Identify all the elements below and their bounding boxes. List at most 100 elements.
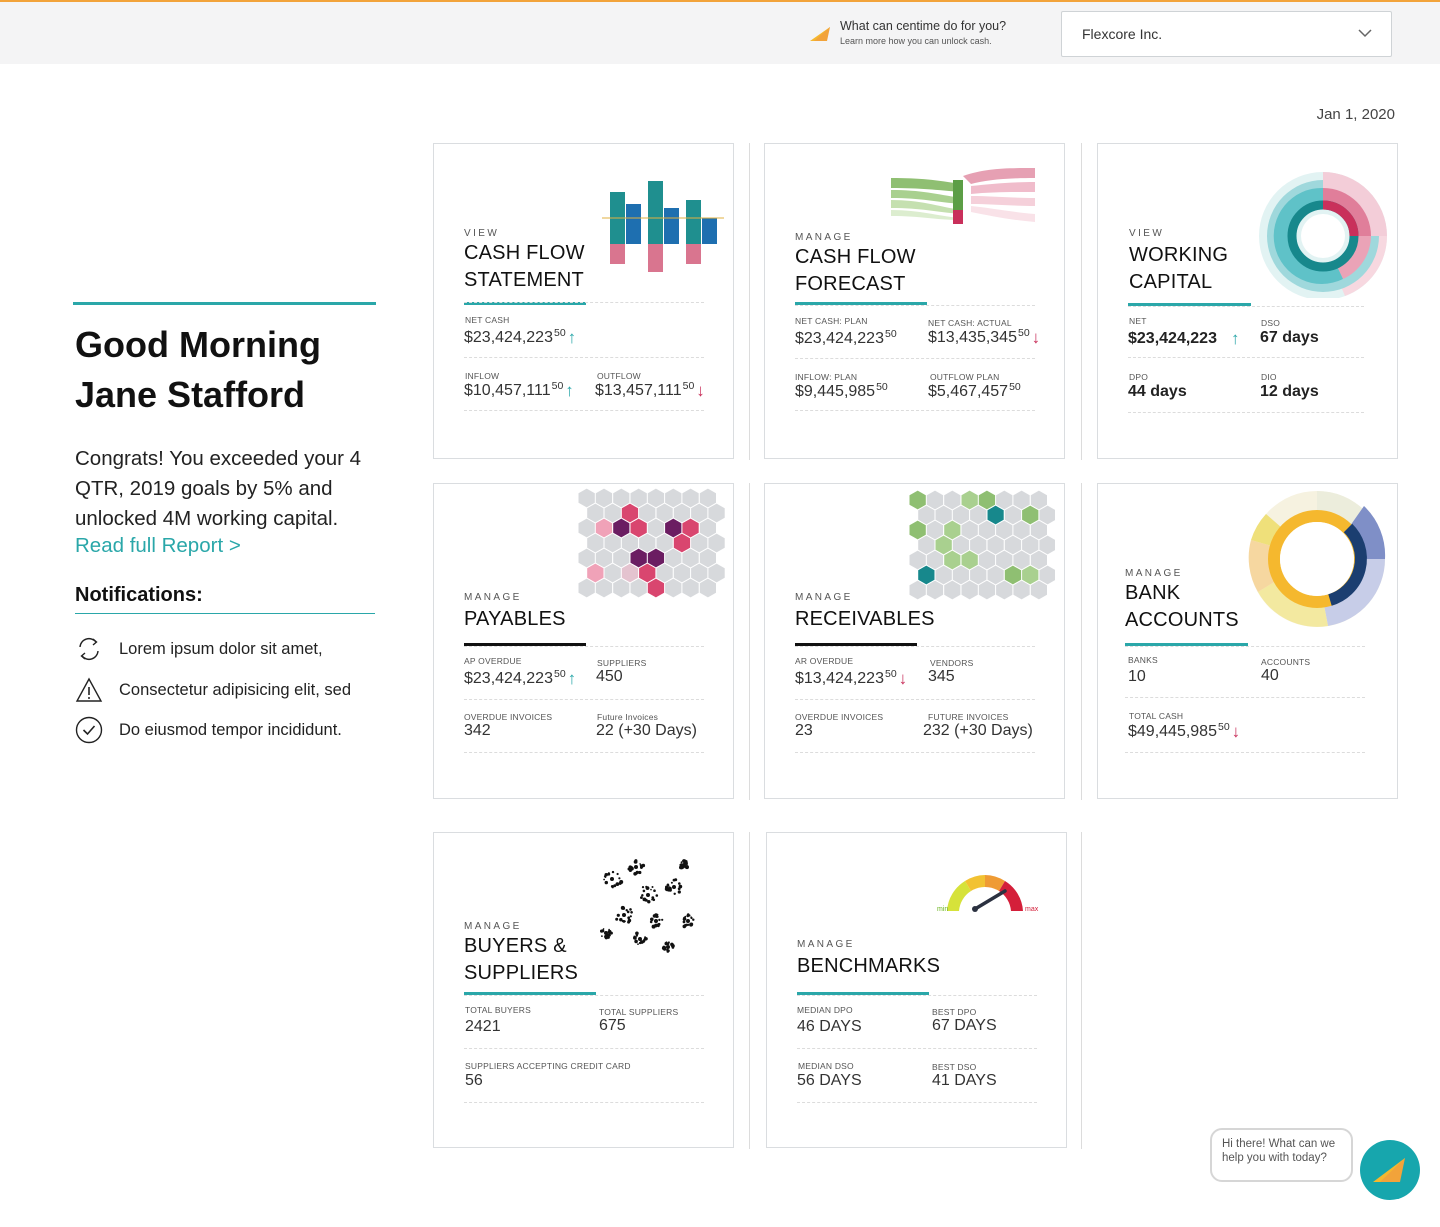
value-main: $13,435,345 [928,329,1017,346]
card-title-line: PAYABLES [464,608,566,630]
separator [795,699,1035,700]
card-eyebrow: MANAGE [795,232,853,243]
hex-cell [578,518,595,538]
welcome-rule [73,302,376,305]
hex-cell [595,488,613,508]
sync-icon [75,635,103,663]
hex-cell [952,505,970,525]
total-buyers-value: 2421 [465,1018,501,1035]
promo-title: What can centime do for you? [840,19,1007,33]
hex-cell [699,578,716,598]
hex-cell [587,503,604,523]
chat-button[interactable] [1360,1140,1420,1200]
card-title-line: BENCHMARKS [797,955,941,977]
hex-cell [673,563,691,583]
network-dot [637,943,639,945]
hex-cell [708,503,725,523]
hex-cell [987,505,1004,525]
hex-cell [952,535,970,555]
hex-cell [639,503,656,523]
network-dot [651,924,656,929]
notification-item[interactable]: Lorem ipsum dolor sit amet, [75,635,323,663]
receivables-hexmap-icon [909,490,1055,600]
hex-cell [682,488,699,508]
hex-cell [587,563,604,583]
gauge-max-label: max [1025,906,1039,913]
notification-item[interactable]: Do eiusmod tempor incididunt. [75,716,342,744]
separator [464,410,704,411]
card-benchmarks[interactable]: min max MANAGE BENCHMARKS MEDIAN DPO 46 … [766,832,1067,1148]
network-dot [607,929,612,934]
card-cash-flow-forecast[interactable]: MANAGE CASH FLOW FORECAST NET CASH: PLAN… [764,143,1065,459]
card-buyers-suppliers[interactable]: MANAGE BUYERS & SUPPLIERS TOTAL BUYERS 2… [433,832,734,1148]
warning-icon [75,676,103,704]
card-title: BENCHMARKS [797,953,940,980]
hex-cell [673,533,691,553]
promo-link[interactable]: What can centime do for you? Learn more … [810,19,1006,46]
hex-cell [595,548,613,568]
hex-cell [613,548,630,568]
network-node [634,865,638,869]
overdue-invoices-value: 342 [464,722,491,739]
card-bank-accounts[interactable]: MANAGE BANK ACCOUNTS BANKS 10 ACCOUNTS 4… [1097,483,1398,799]
hex-cell [1013,550,1030,570]
network-dot [655,894,659,897]
notification-item[interactable]: Consectetur adipisicing elit, sed [75,676,351,704]
chat-bubble[interactable]: Hi there! What can we help you with toda… [1210,1128,1353,1182]
network-dot [656,923,660,927]
card-receivables[interactable]: MANAGE RECEIVABLES AR OVERDUE $13,424,22… [764,483,1065,799]
network-dot [677,887,681,891]
value-cents: 50 [876,381,888,393]
company-select[interactable]: Flexcore Inc. [1061,11,1392,57]
hex-cell [587,533,604,553]
card-working-capital[interactable]: VIEW WORKING CAPITAL NET $23,424,223 ↑ DS… [1097,143,1398,459]
accounts-value: 40 [1261,667,1279,684]
best-dso-value: 41 DAYS [932,1072,997,1089]
hex-cell [665,488,682,508]
card-payables[interactable]: MANAGE PAYABLES AP OVERDUE $23,424,22350… [433,483,734,799]
hex-cell [935,565,952,585]
card-eyebrow: MANAGE [464,592,522,603]
network-dot [672,878,676,882]
separator [464,302,704,303]
metric-label: BEST DPO [932,1007,977,1017]
value-cents: 50 [682,380,695,392]
card-title-line: CASH FLOW [464,242,585,264]
metric-label: MEDIAN DPO [797,1005,853,1015]
hex-cell [682,548,699,568]
network-dot [652,898,656,902]
network-dot [611,886,614,889]
hex-cell [691,563,708,583]
network-dot [689,922,693,927]
network-dot [624,920,626,923]
divider [749,143,750,460]
card-title-line: STATEMENT [464,269,584,291]
hex-cell [656,533,673,553]
network-dot [644,936,647,939]
metric-label: MEDIAN DSO [798,1061,854,1071]
cash-flow-bar-chart-icon [602,181,724,272]
card-cash-flow-statement[interactable]: VIEW CASH FLOW STATEMENT NET CASH $23,42… [433,143,734,459]
network-dot [686,913,690,916]
vendors-value: 345 [928,668,955,685]
hex-cell [926,580,944,600]
network-dot [679,865,683,870]
hex-cell [961,580,978,600]
hex-cell [1039,565,1055,585]
separator [1125,646,1365,647]
separator [797,995,1037,996]
hex-cell [1030,550,1047,570]
network-dot [603,878,605,881]
network-dot [667,949,670,952]
buyers-suppliers-network-icon [600,859,695,953]
separator [1125,752,1365,753]
network-dot [601,935,603,937]
hex-cell [944,550,961,570]
forecast-flow-icon [891,168,1035,224]
hex-cell [665,518,682,538]
working-capital-sunburst-icon [1259,172,1387,298]
card-eyebrow: MANAGE [1125,568,1183,579]
network-dot [677,890,681,894]
hex-cell [961,490,978,510]
read-report-link[interactable]: Read full Report > [75,534,241,558]
